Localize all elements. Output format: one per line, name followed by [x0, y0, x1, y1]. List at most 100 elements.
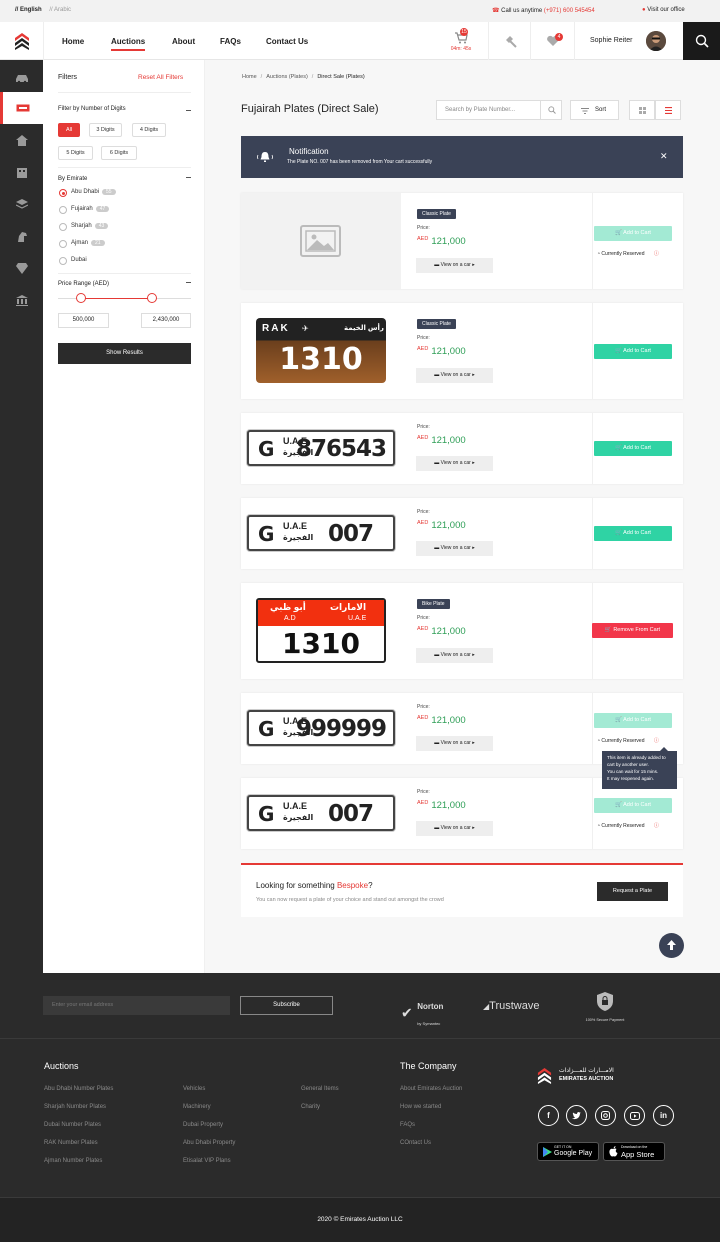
cart-button[interactable]: 15 04m: 45s	[447, 28, 475, 56]
rail-vehicles[interactable]	[0, 62, 43, 94]
show-results-button[interactable]: Show Results	[58, 343, 191, 364]
add-to-cart-button[interactable]: 🛒 Add to Cart	[594, 526, 672, 541]
header-search-button[interactable]	[683, 22, 720, 60]
plate-search-input[interactable]: Search by Plate Number...	[436, 100, 562, 120]
info-icon[interactable]: ⓘ	[654, 251, 659, 257]
add-to-cart-button[interactable]: 🛒 Add to Cart	[594, 441, 672, 456]
info-icon[interactable]: ⓘ	[654, 738, 659, 744]
footer-link[interactable]: Etisalat VIP Plans	[183, 1158, 231, 1164]
footer-link[interactable]: Ajman Number Plates	[44, 1158, 102, 1164]
app-store-button[interactable]: Download on the App Store	[603, 1142, 665, 1161]
rail-general[interactable]	[0, 188, 43, 220]
lang-arabic-link[interactable]: // Arabic	[49, 7, 71, 13]
scroll-to-top-button[interactable]	[659, 933, 684, 958]
rail-jewellery[interactable]	[0, 252, 43, 284]
footer-logo[interactable]: الامـــارات للمـــزادات EMIRATES AUCTION	[537, 1066, 657, 1086]
nav-about[interactable]: About	[172, 37, 195, 46]
rail-other[interactable]	[0, 284, 43, 316]
close-icon[interactable]: ✕	[660, 151, 668, 162]
footer-link[interactable]: Sharjah Number Plates	[44, 1104, 106, 1110]
reset-filters-link[interactable]: Reset All Filters	[138, 74, 183, 81]
linkedin-icon[interactable]: in	[653, 1105, 674, 1126]
digits-chip-6[interactable]: 6 Digits	[101, 146, 137, 160]
visit-office-link[interactable]: ● Visit our office	[642, 7, 685, 13]
view-on-car-button[interactable]: ▬ View on a car ▸	[416, 258, 493, 273]
emirate-radio-dubai[interactable]	[59, 257, 67, 265]
favorites-button[interactable]: 4	[546, 33, 566, 50]
view-on-car-button[interactable]: ▬ View on a car ▸	[416, 456, 493, 471]
rail-horses[interactable]	[0, 220, 43, 252]
call-number[interactable]: (+971) 600 545454	[544, 8, 595, 14]
footer-link[interactable]: Charity	[301, 1104, 320, 1110]
list-view-button[interactable]	[655, 100, 681, 120]
notification-banner: Notification The Plate NO. 007 has been …	[241, 136, 683, 178]
email-input[interactable]: Enter your email address	[43, 996, 230, 1015]
price-slider-min-handle[interactable]	[76, 293, 86, 303]
footer-link[interactable]: COntact Us	[400, 1140, 431, 1146]
divider	[488, 22, 489, 60]
rail-property[interactable]	[0, 124, 43, 156]
footer-link[interactable]: RAK Number Plates	[44, 1140, 98, 1146]
nav-auctions[interactable]: Auctions	[111, 37, 146, 51]
footer-link[interactable]: Dubai Property	[183, 1122, 223, 1128]
collapse-icon[interactable]	[186, 110, 191, 111]
footer-link[interactable]: Abu Dhabi Property	[183, 1140, 235, 1146]
logo[interactable]	[0, 22, 43, 60]
footer-link[interactable]: About Emirates Auction	[400, 1086, 462, 1092]
call-info[interactable]: ☎ Call us anytime (+971) 600 545454	[492, 7, 595, 14]
facebook-icon[interactable]: f	[538, 1105, 559, 1126]
add-to-cart-button[interactable]: 🛒 Add to Cart	[594, 344, 672, 359]
footer-link[interactable]: How we started	[400, 1104, 441, 1110]
footer-link[interactable]: Abu Dhabi Number Plates	[44, 1086, 113, 1092]
nav-home[interactable]: Home	[62, 37, 84, 46]
youtube-icon[interactable]	[624, 1105, 645, 1126]
view-on-car-button[interactable]: ▬ View on a car ▸	[416, 368, 493, 383]
user-name[interactable]: Sophie Reiter	[590, 37, 632, 44]
collapse-icon[interactable]	[186, 177, 191, 178]
emirate-radio-fujairah[interactable]	[59, 206, 67, 214]
subscribe-button[interactable]: Subscribe	[240, 996, 333, 1015]
google-play-button[interactable]: GET IT ON Google Play	[537, 1142, 599, 1161]
info-icon[interactable]: ⓘ	[654, 823, 659, 829]
nav-faqs[interactable]: FAQs	[220, 37, 241, 46]
request-plate-button[interactable]: Request a Plate	[597, 882, 668, 901]
price-max-input[interactable]: 2,430,000	[141, 313, 191, 328]
emirate-radio-sharjah[interactable]	[59, 223, 67, 231]
add-to-cart-button-disabled[interactable]: 🛒 Add to Cart	[594, 226, 672, 241]
footer-link[interactable]: Vehicles	[183, 1086, 205, 1092]
footer-link[interactable]: General Items	[301, 1086, 339, 1092]
rail-machinery[interactable]	[0, 156, 43, 188]
price-slider-max-handle[interactable]	[147, 293, 157, 303]
rail-plates[interactable]	[0, 92, 43, 124]
add-to-cart-button-disabled[interactable]: 🛒 Add to Cart	[594, 713, 672, 728]
gavel-icon[interactable]	[503, 35, 517, 53]
footer-link[interactable]: Machinery	[183, 1104, 211, 1110]
sort-button[interactable]: Sort	[570, 100, 619, 120]
digits-chip-all[interactable]: All	[58, 123, 80, 137]
search-submit[interactable]	[540, 101, 562, 119]
remove-from-cart-button[interactable]: 🛒 Remove From Cart	[592, 623, 673, 638]
add-to-cart-button-disabled[interactable]: 🛒 Add to Cart	[594, 798, 672, 813]
instagram-icon[interactable]	[595, 1105, 616, 1126]
view-on-car-button[interactable]: ▬ View on a car ▸	[416, 541, 493, 556]
digits-chip-4[interactable]: 4 Digits	[132, 123, 166, 137]
avatar[interactable]	[646, 31, 666, 51]
digits-chip-3[interactable]: 3 Digits	[89, 123, 122, 137]
view-on-car-button[interactable]: ▬ View on a car ▸	[416, 648, 493, 663]
phone-icon: ☎	[492, 8, 500, 14]
emirate-radio-abudhabi[interactable]	[59, 189, 67, 197]
grid-view-button[interactable]	[629, 100, 655, 120]
nav-contact[interactable]: Contact Us	[266, 37, 308, 46]
footer-link[interactable]: FAQs	[400, 1122, 415, 1128]
breadcrumb-home[interactable]: Home	[242, 74, 257, 80]
collapse-icon[interactable]	[186, 282, 191, 283]
footer-link[interactable]: Dubai Number Plates	[44, 1122, 101, 1128]
view-on-car-button[interactable]: ▬ View on a car ▸	[416, 736, 493, 751]
price-min-input[interactable]: 500,000	[58, 313, 109, 328]
twitter-icon[interactable]	[566, 1105, 587, 1126]
lang-english-link[interactable]: // English	[15, 7, 42, 13]
emirate-radio-ajman[interactable]	[59, 240, 67, 248]
view-on-car-button[interactable]: ▬ View on a car ▸	[416, 821, 493, 836]
breadcrumb-auctions[interactable]: Auctions (Plates)	[266, 74, 308, 80]
digits-chip-5[interactable]: 5 Digits	[58, 146, 93, 160]
